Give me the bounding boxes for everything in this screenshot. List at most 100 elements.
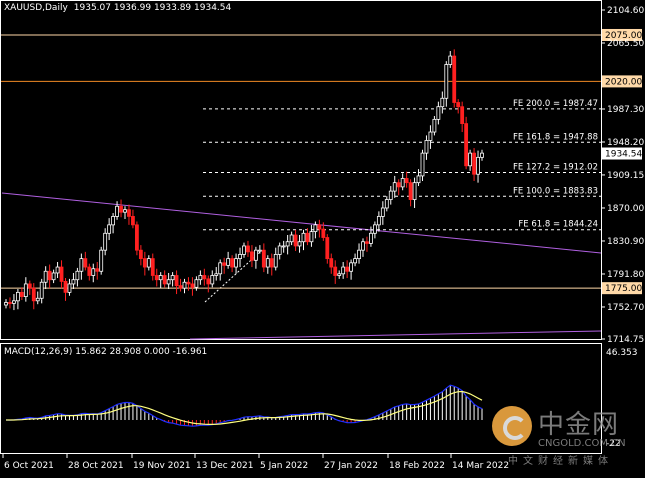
candle-body xyxy=(79,258,84,272)
candle-body xyxy=(12,300,16,304)
candle-body xyxy=(95,268,100,272)
candle-body xyxy=(480,152,484,158)
candle-body xyxy=(222,262,227,266)
candle-body xyxy=(146,258,151,268)
candle-body xyxy=(4,302,8,306)
candle-body xyxy=(63,281,68,293)
candle-body xyxy=(115,205,119,217)
price-tick-label: 2104.60 xyxy=(607,6,644,16)
candle-body xyxy=(428,131,433,141)
price-tick-label: 2065.50 xyxy=(607,39,644,49)
candle-body xyxy=(210,275,215,285)
candle-body xyxy=(305,232,310,243)
candle-body xyxy=(170,275,175,281)
candle-body xyxy=(388,190,393,200)
candle-body xyxy=(376,216,381,226)
watermark-site: CNGOLD.COM.CN xyxy=(538,438,626,449)
candle-body xyxy=(309,231,314,243)
candle-body xyxy=(43,270,48,283)
level-label: 1775.00 xyxy=(605,284,642,294)
candle-body xyxy=(452,55,457,103)
candle-body xyxy=(464,123,469,167)
candle-body xyxy=(35,297,40,302)
candle-body xyxy=(440,97,445,108)
candle-body xyxy=(178,285,183,289)
candle-body xyxy=(214,273,219,276)
candle-body xyxy=(361,241,365,251)
candle-body xyxy=(91,268,96,276)
candle-body xyxy=(297,241,302,247)
candle-body xyxy=(273,253,278,268)
candle-body xyxy=(424,140,429,154)
price-tick-label: 1909.15 xyxy=(607,171,644,181)
candle-body xyxy=(472,152,476,175)
candle-body xyxy=(444,64,449,99)
watermark-logo-text: 中金网 xyxy=(538,410,620,440)
macd-scale-label: 46.353 xyxy=(606,348,638,358)
fib-label: FE 127.2 = 1912.02 xyxy=(513,163,598,173)
candle-body xyxy=(218,262,223,275)
candle-body xyxy=(456,102,461,108)
level-label: 2020.00 xyxy=(605,77,642,87)
candle-body xyxy=(313,224,318,233)
macd-title: MACD(12,26,9) 15.862 28.908 0.000 -16.96… xyxy=(4,347,208,357)
candle-body xyxy=(353,258,357,264)
candle-body xyxy=(131,216,135,226)
candle-body xyxy=(329,258,334,268)
candle-body xyxy=(396,182,401,188)
candle-body xyxy=(265,258,270,268)
candle-body xyxy=(134,224,139,251)
candles xyxy=(4,49,484,311)
candle-body xyxy=(138,249,143,260)
candle-body xyxy=(269,258,274,268)
candle-body xyxy=(400,178,405,188)
candle-body xyxy=(107,224,112,234)
candle-body xyxy=(345,266,350,272)
candle-body xyxy=(242,245,246,255)
candle-body xyxy=(412,182,417,200)
candle-body xyxy=(23,283,28,297)
candle-body xyxy=(123,209,127,213)
candle-body xyxy=(250,251,254,261)
candle-body xyxy=(404,178,409,184)
price-tick-label: 1752.70 xyxy=(607,303,644,313)
price-tick-label: 1791.80 xyxy=(607,270,644,280)
candle-body xyxy=(372,224,377,234)
time-tick-label: 19 Nov 2021 xyxy=(133,461,191,471)
candle-body xyxy=(392,182,397,192)
price-tick-label: 1870.00 xyxy=(607,204,644,214)
candle-body xyxy=(31,287,36,302)
candle-body xyxy=(71,279,76,285)
candle-body xyxy=(257,249,262,252)
candle-body xyxy=(238,253,242,260)
candle-body xyxy=(111,216,115,226)
candle-body xyxy=(202,275,207,280)
candle-body xyxy=(87,266,92,276)
candle-body xyxy=(408,182,413,200)
price-tick-label: 1714.75 xyxy=(607,335,644,345)
candle-body xyxy=(51,272,56,281)
candle-body xyxy=(99,249,104,272)
candle-body xyxy=(75,270,80,281)
time-axis: 6 Oct 2021 28 Oct 2021 19 Nov 2021 13 Dec 2… xyxy=(2,454,509,471)
time-tick-label: 13 Dec 2021 xyxy=(196,461,254,471)
candle-body xyxy=(190,283,195,288)
candle-body xyxy=(325,237,330,260)
cngold-watermark: 中金网 CNGOLD.COM.CN 中文财经新媒体 xyxy=(492,404,632,467)
candle-body xyxy=(369,232,373,244)
candle-body xyxy=(15,291,20,302)
time-tick-label: 6 Oct 2021 xyxy=(4,461,54,471)
candle-body xyxy=(150,258,155,276)
cngold-logo-icon xyxy=(492,406,532,446)
candle-body xyxy=(230,258,235,268)
chart-title: XAUUSD,Daily 1935.07 1936.99 1933.89 1934… xyxy=(4,3,231,13)
candle-body xyxy=(119,205,123,213)
time-tick-label: 27 Jan 2022 xyxy=(324,461,378,471)
candle-body xyxy=(186,281,191,285)
fib-label: FE 161.8 = 1947.88 xyxy=(513,132,598,142)
time-tick-label: 18 Feb 2022 xyxy=(389,461,445,471)
candle-body xyxy=(142,258,147,268)
symbol-label: XAUUSD,Daily xyxy=(4,3,68,13)
candle-body xyxy=(154,275,159,281)
fibonacci-levels: FE 200.0 = 1987.47 FE 161.8 = 1947.88 FE 1… xyxy=(203,99,601,231)
